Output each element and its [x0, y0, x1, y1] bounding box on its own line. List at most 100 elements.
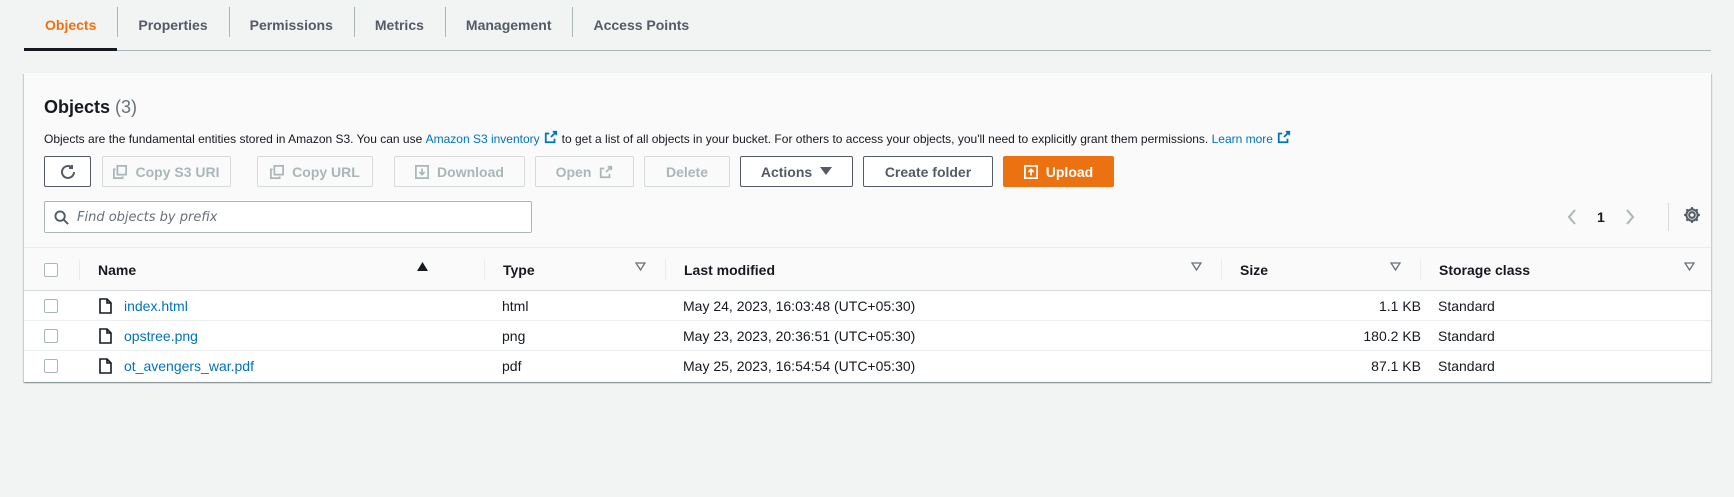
object-name-link[interactable]: index.html: [124, 298, 188, 314]
description-text-1: Objects are the fundamental entities sto…: [44, 131, 423, 146]
current-page[interactable]: 1: [1597, 209, 1605, 225]
row-select-cell: [44, 351, 58, 380]
sort-icon: [1684, 262, 1695, 271]
chevron-right-icon: [1626, 209, 1635, 225]
next-page-button[interactable]: [1625, 209, 1635, 225]
copy-icon: [270, 164, 285, 179]
create-folder-label: Create folder: [884, 163, 972, 180]
search-icon: [54, 209, 69, 225]
object-last-modified: May 25, 2023, 16:54:54 (UTC+05:30): [683, 357, 916, 374]
column-header-storage-class[interactable]: Storage class: [1439, 248, 1699, 291]
row-checkbox[interactable]: [44, 298, 58, 313]
open-button[interactable]: Open: [535, 156, 634, 187]
external-link-icon: [544, 130, 558, 147]
actions-dropdown[interactable]: Actions: [740, 156, 853, 187]
object-type: html: [502, 297, 529, 314]
panel-title: Objects (3): [44, 97, 137, 118]
column-divider: [665, 259, 666, 280]
tab-access-points[interactable]: Access Points: [572, 0, 710, 50]
select-all-checkbox[interactable]: [44, 262, 58, 277]
sort-icon: [1191, 262, 1202, 271]
pagination: 1: [1567, 201, 1635, 233]
download-label: Download: [437, 163, 504, 180]
object-storage-class: Standard: [1438, 297, 1495, 314]
copy-s3-uri-label: Copy S3 URI: [135, 163, 220, 180]
tab-permissions[interactable]: Permissions: [228, 0, 354, 50]
upload-label: Upload: [1045, 163, 1094, 180]
sort-icon: [1390, 262, 1401, 271]
table-row[interactable]: ot_avengers_war.pdf pdf May 25, 2023, 16…: [24, 351, 1711, 381]
chevron-left-icon: [1567, 209, 1576, 225]
file-icon: [99, 351, 112, 380]
select-all-cell: [44, 248, 58, 291]
column-header-type[interactable]: Type: [503, 248, 663, 291]
row-checkbox[interactable]: [44, 358, 58, 373]
table-row[interactable]: opstree.png png May 23, 2023, 20:36:51 (…: [24, 321, 1711, 351]
object-size: 87.1 KB: [1371, 357, 1421, 374]
object-type: png: [502, 327, 526, 344]
refresh-icon: [60, 164, 76, 180]
gear-icon: [1683, 206, 1701, 229]
object-name-link[interactable]: ot_avengers_war.pdf: [124, 358, 254, 374]
object-last-modified: May 24, 2023, 16:03:48 (UTC+05:30): [683, 297, 916, 314]
tab-metrics[interactable]: Metrics: [353, 0, 445, 50]
object-storage-class: Standard: [1438, 327, 1495, 344]
row-select-cell: [44, 291, 58, 320]
object-name-cell: index.html: [124, 291, 188, 320]
copy-s3-uri-button[interactable]: Copy S3 URI: [102, 156, 231, 187]
object-name-link[interactable]: opstree.png: [124, 328, 198, 344]
search-input[interactable]: [77, 202, 531, 232]
pagination-divider: [1668, 203, 1669, 231]
tab-properties[interactable]: Properties: [117, 0, 228, 50]
open-label: Open: [555, 163, 592, 180]
column-header-type-label: Type: [503, 261, 535, 278]
object-name-cell: opstree.png: [124, 321, 198, 350]
row-select-cell: [44, 321, 58, 350]
object-storage-class: Standard: [1438, 357, 1495, 374]
column-divider: [484, 259, 485, 280]
column-header-last-modified-label: Last modified: [684, 261, 776, 278]
refresh-button[interactable]: [44, 156, 91, 187]
table-header: Name Type Last modified Size Storage cla…: [24, 247, 1711, 291]
file-icon: [99, 321, 112, 350]
external-link-icon: [599, 165, 613, 179]
create-folder-button[interactable]: Create folder: [863, 156, 993, 187]
upload-button[interactable]: Upload: [1003, 156, 1114, 187]
object-last-modified: May 23, 2023, 20:36:51 (UTC+05:30): [683, 327, 916, 344]
copy-url-button[interactable]: Copy URL: [257, 156, 373, 187]
copy-url-label: Copy URL: [292, 163, 360, 180]
inventory-link[interactable]: Amazon S3 inventory: [426, 130, 562, 147]
objects-panel: Objects (3) Objects are the fundamental …: [24, 73, 1711, 382]
external-link-icon: [1277, 130, 1291, 147]
inventory-link-label: Amazon S3 inventory: [425, 131, 540, 146]
object-size: 180.2 KB: [1363, 327, 1421, 344]
column-divider: [1221, 259, 1222, 280]
row-checkbox[interactable]: [44, 328, 58, 343]
download-button[interactable]: Download: [394, 156, 525, 187]
object-count: (3): [115, 97, 138, 117]
search-box: [44, 201, 532, 233]
panel-description: Objects are the fundamental entities sto…: [44, 130, 1295, 147]
caret-down-icon: [820, 166, 833, 177]
column-header-size[interactable]: Size: [1240, 248, 1420, 291]
column-divider: [1420, 259, 1421, 280]
objects-table: Name Type Last modified Size Storage cla…: [24, 247, 1711, 381]
column-header-last-modified[interactable]: Last modified: [684, 248, 1224, 291]
tab-management[interactable]: Management: [444, 0, 573, 50]
column-divider: [79, 259, 80, 280]
download-icon: [415, 164, 430, 179]
delete-button[interactable]: Delete: [644, 156, 730, 187]
column-header-storage-class-label: Storage class: [1439, 261, 1531, 278]
panel-title-text: Objects: [44, 97, 111, 117]
previous-page-button[interactable]: [1567, 209, 1577, 225]
description-text-2: to get a list of all objects in your buc…: [561, 131, 1209, 146]
file-icon: [99, 291, 112, 320]
learn-more-link[interactable]: Learn more: [1212, 130, 1295, 147]
table-row[interactable]: index.html html May 24, 2023, 16:03:48 (…: [24, 291, 1711, 321]
sort-ascending-icon: [417, 262, 428, 271]
column-header-name[interactable]: Name: [98, 248, 428, 291]
tab-objects[interactable]: Objects: [24, 0, 118, 51]
column-header-name-label: Name: [98, 261, 137, 278]
upload-icon: [1023, 164, 1038, 179]
preferences-button[interactable]: [1677, 202, 1707, 232]
